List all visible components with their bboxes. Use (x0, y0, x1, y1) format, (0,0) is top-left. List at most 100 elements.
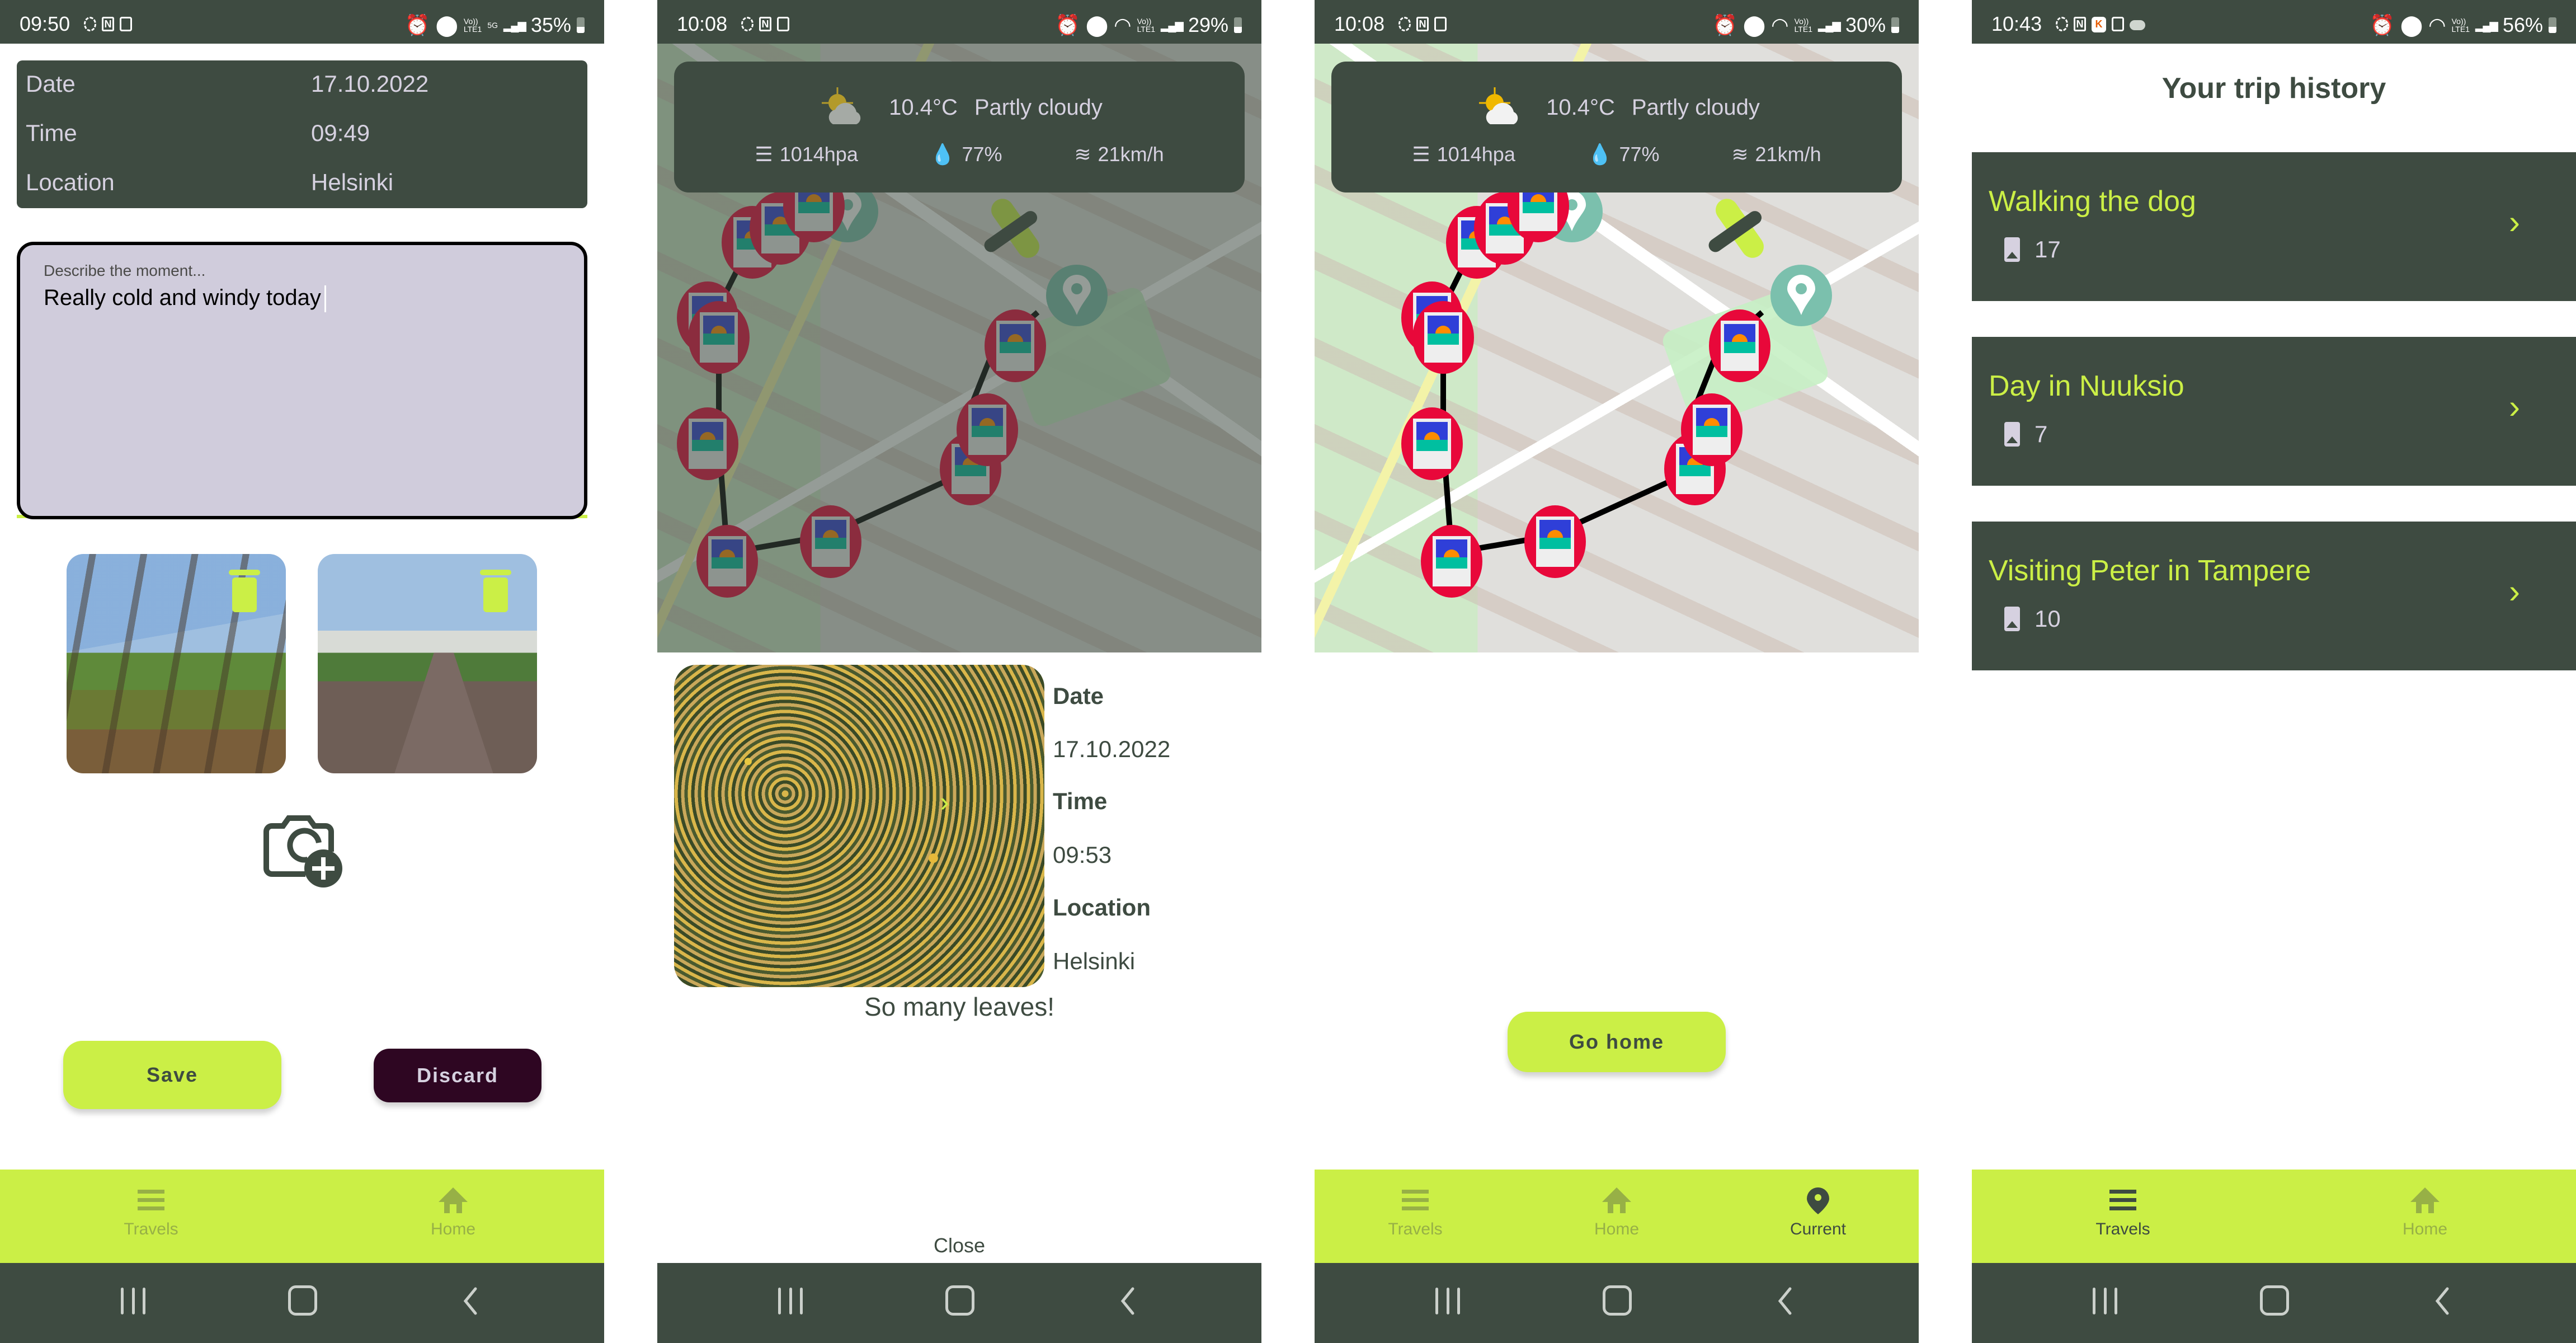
location-icon: ⬤ (2400, 13, 2423, 36)
system-nav-bar (657, 1263, 1261, 1343)
notion-icon: N (1416, 17, 1429, 31)
pressure: ☰ 1014hpa (1412, 143, 1515, 166)
trash-icon[interactable] (480, 570, 511, 612)
partly-cloudy-icon (1479, 87, 1518, 124)
next-photo-icon[interactable]: › (940, 786, 949, 818)
system-nav-bar (1972, 1263, 2576, 1343)
status-time: 09:50 (20, 12, 70, 35)
wifi-icon: ◠ (2428, 13, 2446, 36)
photo-marker[interactable] (1524, 505, 1586, 578)
description-input[interactable]: Describe the moment... Really cold and w… (17, 242, 587, 519)
screen-moment-detail: 10:08 N ⏰ ⬤ ◠ Vo)) LTE1 ▂▄▆ 29% 10.4°C Pa… (657, 0, 1261, 1343)
photo-marker[interactable] (1709, 309, 1770, 382)
tab-home[interactable]: Home (1516, 1170, 1717, 1263)
recents-icon[interactable] (1432, 1285, 1463, 1317)
trash-icon[interactable] (229, 570, 260, 612)
info-row-time: Time 09:49 (26, 120, 370, 146)
home-circle-icon[interactable] (2260, 1285, 2289, 1316)
tab-home[interactable]: Home (2274, 1170, 2576, 1263)
location-icon: ⬤ (435, 13, 458, 36)
trip-photo-count: 17 (2004, 236, 2061, 263)
description-label: Describe the moment... (44, 262, 206, 279)
menu-icon (138, 1190, 164, 1210)
signal-app-icon (741, 17, 754, 31)
description-value[interactable]: Really cold and windy today (44, 285, 326, 313)
detail-time-label: Time (1053, 788, 1108, 814)
photo-marker[interactable] (1412, 301, 1474, 374)
moment-photo[interactable]: › (674, 665, 1044, 987)
trip-list-item[interactable]: Visiting Peter in Tampere 10 › (1972, 522, 2576, 670)
page-title: Your trip history (2161, 72, 2386, 105)
status-time: 10:08 (1334, 12, 1385, 35)
recents-icon[interactable] (117, 1285, 149, 1317)
tab-travels[interactable]: Travels (0, 1170, 302, 1263)
signal-bars-icon: ▂▄▆ (1161, 19, 1184, 32)
battery-percent: 30% (1845, 13, 1886, 36)
home-circle-icon[interactable] (288, 1285, 317, 1316)
tab-travels[interactable]: Travels (1315, 1170, 1516, 1263)
location-pin-marker[interactable] (1770, 265, 1832, 326)
alarm-icon: ⏰ (404, 13, 430, 36)
image-icon (2004, 607, 2020, 631)
water-drop-icon: 💧 (1587, 143, 1613, 166)
tab-current[interactable]: Current (1717, 1170, 1919, 1263)
go-home-button[interactable]: Go home (1508, 1012, 1726, 1072)
wind: ≋ 21km/h (1074, 143, 1164, 166)
gallery-icon (2112, 17, 2124, 31)
back-chevron-icon[interactable] (1116, 1285, 1141, 1317)
recents-icon[interactable] (2089, 1285, 2121, 1317)
home-circle-icon[interactable] (1603, 1285, 1632, 1316)
image-icon (2004, 237, 2020, 262)
signal-bars-icon: ▂▄▆ (2475, 19, 2498, 32)
tab-travels[interactable]: Travels (1972, 1170, 2274, 1263)
pressure: ☰ 1014hpa (755, 143, 858, 166)
bottom-tab-bar: Travels Home (1972, 1170, 2576, 1263)
signal-bars-icon: ▂▄▆ (503, 19, 526, 32)
alarm-icon: ⏰ (1712, 13, 1737, 36)
info-row-date: Date 17.10.2022 (26, 71, 429, 97)
home-circle-icon[interactable] (945, 1285, 974, 1316)
location-icon: ⬤ (1085, 13, 1109, 36)
photo-thumbnail[interactable] (318, 554, 537, 773)
map-view[interactable]: 10.4°C Partly cloudy ☰ 1014hpa 💧 77% ≋ 21km… (657, 44, 1261, 652)
weather-card: 10.4°C Partly cloudy ☰ 1014hpa 💧 77% ≋ 21km… (674, 62, 1245, 192)
k-app-icon: K (2092, 17, 2106, 32)
tab-home[interactable]: Home (302, 1170, 604, 1263)
weather-condition: Partly cloudy (974, 95, 1103, 120)
photo-marker[interactable] (1681, 393, 1743, 466)
pressure-icon: ☰ (755, 143, 773, 166)
status-bar: 10:08 N ⏰ ⬤ ◠ Vo)) LTE1 ▂▄▆ 29% (657, 0, 1261, 44)
back-chevron-icon[interactable] (1773, 1285, 1798, 1317)
moment-caption: So many leaves! (864, 992, 1055, 1021)
battery-icon (2549, 17, 2556, 33)
close-button[interactable]: Close (657, 1234, 1261, 1257)
back-chevron-icon[interactable] (2431, 1285, 2455, 1317)
photo-marker[interactable] (1421, 525, 1482, 598)
map-view[interactable]: 10.4°C Partly cloudy ☰ 1014hpa 💧 77% ≋ 21km… (1315, 44, 1919, 652)
trip-photo-count: 10 (2004, 605, 2061, 632)
screen-trip-history: 10:43 N K ⏰ ⬤ ◠ Vo)) LTE1 ▂▄▆ 56% Your tr… (1972, 0, 2576, 1343)
back-chevron-icon[interactable] (459, 1285, 483, 1317)
photo-marker[interactable] (1401, 407, 1463, 480)
status-bar: 09:50 N ⏰ ⬤ Vo)) LTE1 5G ▂▄▆ 35% (0, 0, 604, 44)
photo-thumbnail[interactable] (67, 554, 286, 773)
battery-icon (1234, 17, 1242, 33)
screen-new-moment: 09:50 N ⏰ ⬤ Vo)) LTE1 5G ▂▄▆ 35% Date 17.… (0, 0, 604, 1343)
recents-icon[interactable] (775, 1285, 806, 1317)
save-button[interactable]: Save (63, 1041, 281, 1109)
signal-app-icon (84, 17, 96, 31)
volte-icon: Vo)) LTE1 (1137, 17, 1155, 34)
camera-add-icon[interactable] (261, 804, 350, 893)
trip-list-item[interactable]: Walking the dog 17 › (1972, 152, 2576, 301)
signal-app-icon (2056, 17, 2068, 31)
gallery-icon (120, 17, 132, 31)
detail-date-label: Date (1053, 683, 1104, 709)
notion-icon: N (759, 17, 771, 31)
network-5g-icon: 5G (487, 21, 498, 30)
trip-list-item[interactable]: Day in Nuuksio 7 › (1972, 337, 2576, 486)
discard-button[interactable]: Discard (374, 1049, 541, 1102)
signal-bars-icon: ▂▄▆ (1818, 19, 1841, 32)
trip-photo-count: 7 (2004, 421, 2047, 448)
location-pin-icon (1807, 1187, 1829, 1214)
battery-percent: 35% (530, 13, 571, 36)
